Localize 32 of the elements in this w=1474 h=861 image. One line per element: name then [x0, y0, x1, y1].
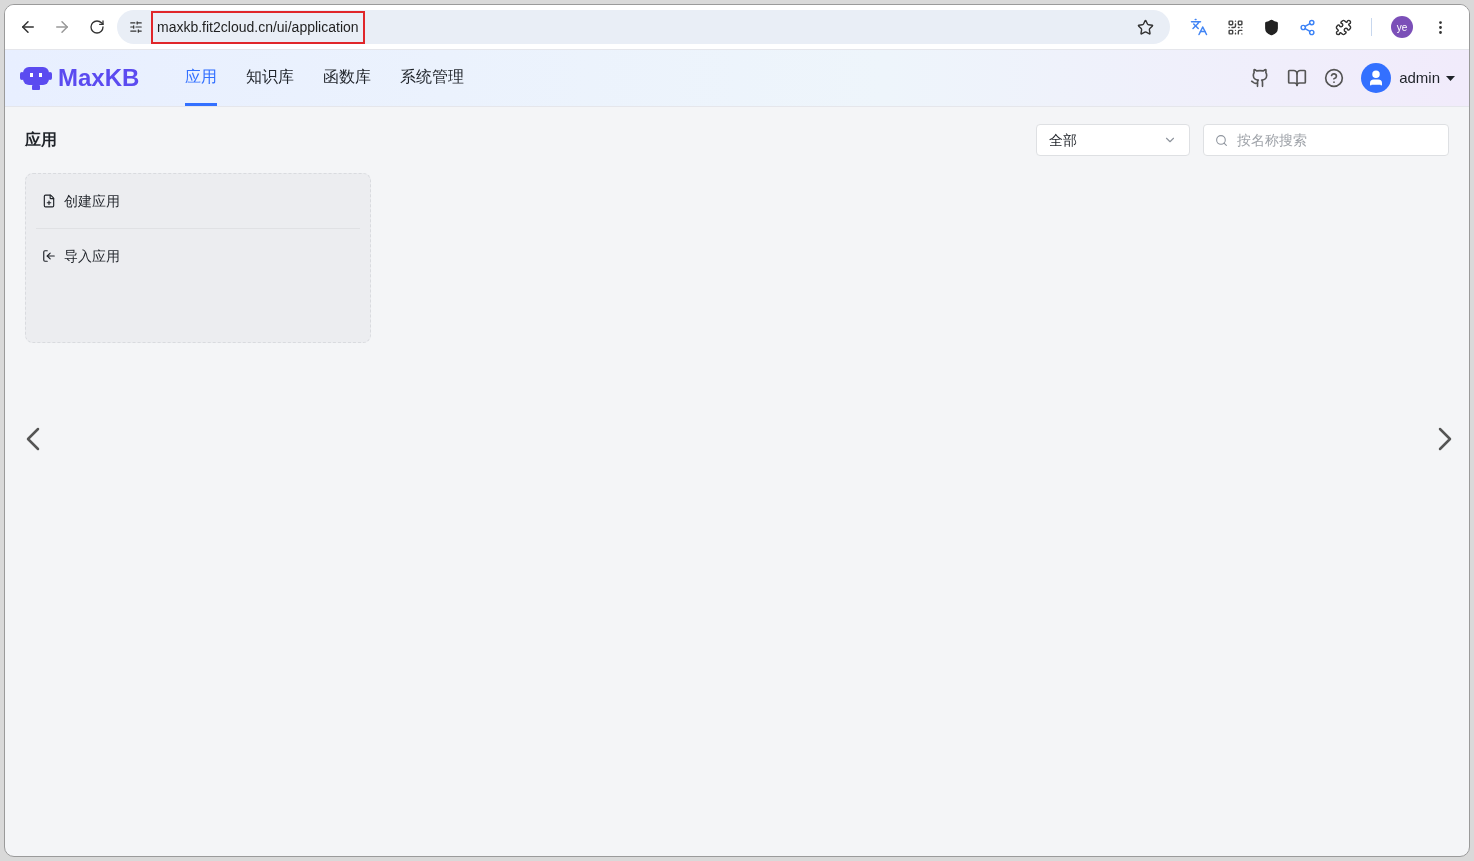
book-icon[interactable]	[1287, 68, 1308, 88]
translate-icon[interactable]	[1190, 18, 1208, 36]
help-icon[interactable]	[1324, 68, 1345, 88]
back-icon[interactable]	[19, 18, 37, 36]
nav-tab[interactable]: 应用	[185, 50, 218, 106]
user-menu[interactable]: admin	[1399, 66, 1455, 90]
shield-icon[interactable]	[1263, 18, 1280, 36]
site-settings-icon[interactable]	[129, 20, 143, 34]
search-field[interactable]: 按名称搜索	[1203, 124, 1449, 156]
card-action[interactable]: 导入应用	[36, 239, 126, 273]
filter-select[interactable]: 全部	[1036, 124, 1190, 156]
bookmark-star-icon[interactable]	[1137, 18, 1154, 36]
reload-icon[interactable]	[89, 19, 105, 35]
logo-text: MaxKB	[58, 63, 140, 93]
profile-avatar[interactable]: ye	[1391, 16, 1413, 38]
address-bar[interactable]: maxkb.fit2cloud.cn/ui/application	[117, 10, 1170, 44]
forward-icon[interactable]	[53, 18, 71, 36]
robot-logo-icon	[20, 65, 52, 91]
nav-tab[interactable]: 知识库	[246, 50, 295, 106]
caret-down-icon	[1446, 75, 1455, 81]
search-icon	[1215, 134, 1228, 147]
network-icon[interactable]	[1299, 18, 1316, 36]
file-plus-icon	[42, 194, 56, 208]
import-icon	[42, 249, 56, 263]
extensions-icon[interactable]	[1335, 18, 1352, 36]
user-avatar[interactable]	[1361, 63, 1392, 93]
page-title: 应用	[25, 130, 57, 150]
url-text[interactable]: maxkb.fit2cloud.cn/ui/application	[151, 10, 365, 44]
qr-code-icon[interactable]	[1227, 18, 1244, 36]
card-action[interactable]: 创建应用	[36, 184, 126, 218]
nav-tab[interactable]: 函数库	[323, 50, 372, 106]
nav-tab[interactable]: 系统管理	[400, 50, 465, 106]
